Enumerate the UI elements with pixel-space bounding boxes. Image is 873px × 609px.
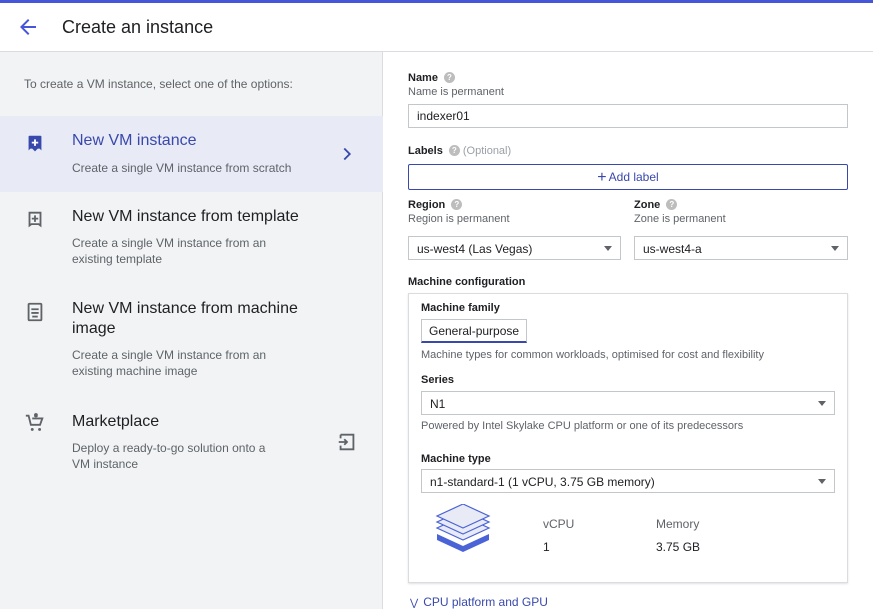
instance-form: Name? Name is permanent Labels?(Optional… (384, 52, 873, 609)
option-title: New VM instance from template (72, 208, 299, 225)
help-icon[interactable]: ? (448, 145, 460, 156)
memory-header: Memory (656, 517, 700, 531)
cpu-platform-expander[interactable]: ⋁ CPU platform and GPU (410, 595, 548, 609)
options-intro: To create a VM instance, select one of t… (24, 77, 293, 91)
chevron-right-icon (343, 147, 352, 161)
double-chevron-down-icon: ⋁ (410, 598, 419, 609)
vcpu-header: vCPU (543, 517, 575, 531)
series-desc: Powered by Intel Skylake CPU platform or… (421, 420, 744, 432)
labels-label: Labels? (Optional) (408, 145, 512, 157)
zone-select[interactable]: us-west4-a (634, 236, 848, 260)
page-title: Create an instance (62, 17, 214, 37)
machine-type-select[interactable]: n1-standard-1 (1 vCPU, 3.75 GB memory) (421, 469, 835, 493)
dropdown-arrow-icon (818, 479, 826, 484)
option-title: New VM instance from machine image (72, 300, 298, 337)
help-icon[interactable]: ? (666, 199, 678, 210)
back-button[interactable] (16, 15, 40, 39)
option-marketplace[interactable]: Marketplace Deploy a ready-to-go solutio… (0, 402, 383, 482)
option-new-vm-from-machine-image[interactable]: New VM instance from machine image Creat… (0, 284, 383, 396)
machine-config-label: Machine configuration (408, 276, 526, 288)
vcpu-value: 1 (543, 540, 550, 554)
add-box-icon (28, 135, 42, 152)
machine-config-panel: Machine family General-purpose Machine t… (408, 293, 848, 583)
options-panel: To create a VM instance, select one of t… (0, 52, 383, 609)
machine-image-icon (27, 302, 43, 322)
dropdown-arrow-icon (831, 246, 839, 251)
add-label-button[interactable]: + Add label (408, 164, 848, 190)
option-desc: Deploy a ready-to-go solution onto a VM … (72, 441, 266, 471)
template-icon (28, 211, 42, 228)
machine-family-tab[interactable]: General-purpose (421, 319, 528, 343)
open-in-panel-icon[interactable] (336, 431, 358, 453)
machine-stack-icon (435, 504, 491, 552)
region-sub: Region is permanent (408, 213, 510, 225)
region-label: Region? (408, 199, 463, 211)
plus-icon: + (597, 169, 607, 186)
dropdown-arrow-icon (604, 246, 612, 251)
option-title: Marketplace (72, 413, 160, 430)
zone-sub: Zone is permanent (634, 213, 726, 225)
region-select[interactable]: us-west4 (Las Vegas) (408, 236, 621, 260)
name-input[interactable] (408, 104, 848, 128)
option-desc: Create a single VM instance from an exis… (72, 348, 267, 378)
machine-family-desc: Machine types for common workloads, opti… (421, 349, 764, 361)
option-new-vm-from-template[interactable]: New VM instance from template Create a s… (0, 192, 383, 284)
machine-family-label: Machine family (421, 302, 500, 314)
machine-type-label: Machine type (421, 453, 491, 465)
page-header: Create an instance (0, 3, 873, 52)
cart-icon (25, 412, 44, 431)
dropdown-arrow-icon (818, 401, 826, 406)
name-label: Name? (408, 72, 455, 84)
memory-value: 3.75 GB (656, 540, 701, 554)
option-desc: Create a single VM instance from an exis… (72, 236, 267, 266)
series-select[interactable]: N1 (421, 391, 835, 415)
help-icon[interactable]: ? (443, 72, 455, 83)
option-title: New VM instance (72, 132, 197, 149)
name-sub: Name is permanent (408, 86, 504, 98)
series-label: Series (421, 374, 455, 386)
zone-label: Zone? (634, 199, 678, 211)
arrow-left-icon (20, 19, 36, 35)
help-icon[interactable]: ? (451, 199, 463, 210)
option-desc: Create a single VM instance from scratch (72, 161, 292, 175)
option-new-vm-instance[interactable]: New VM instance Create a single VM insta… (0, 116, 383, 192)
